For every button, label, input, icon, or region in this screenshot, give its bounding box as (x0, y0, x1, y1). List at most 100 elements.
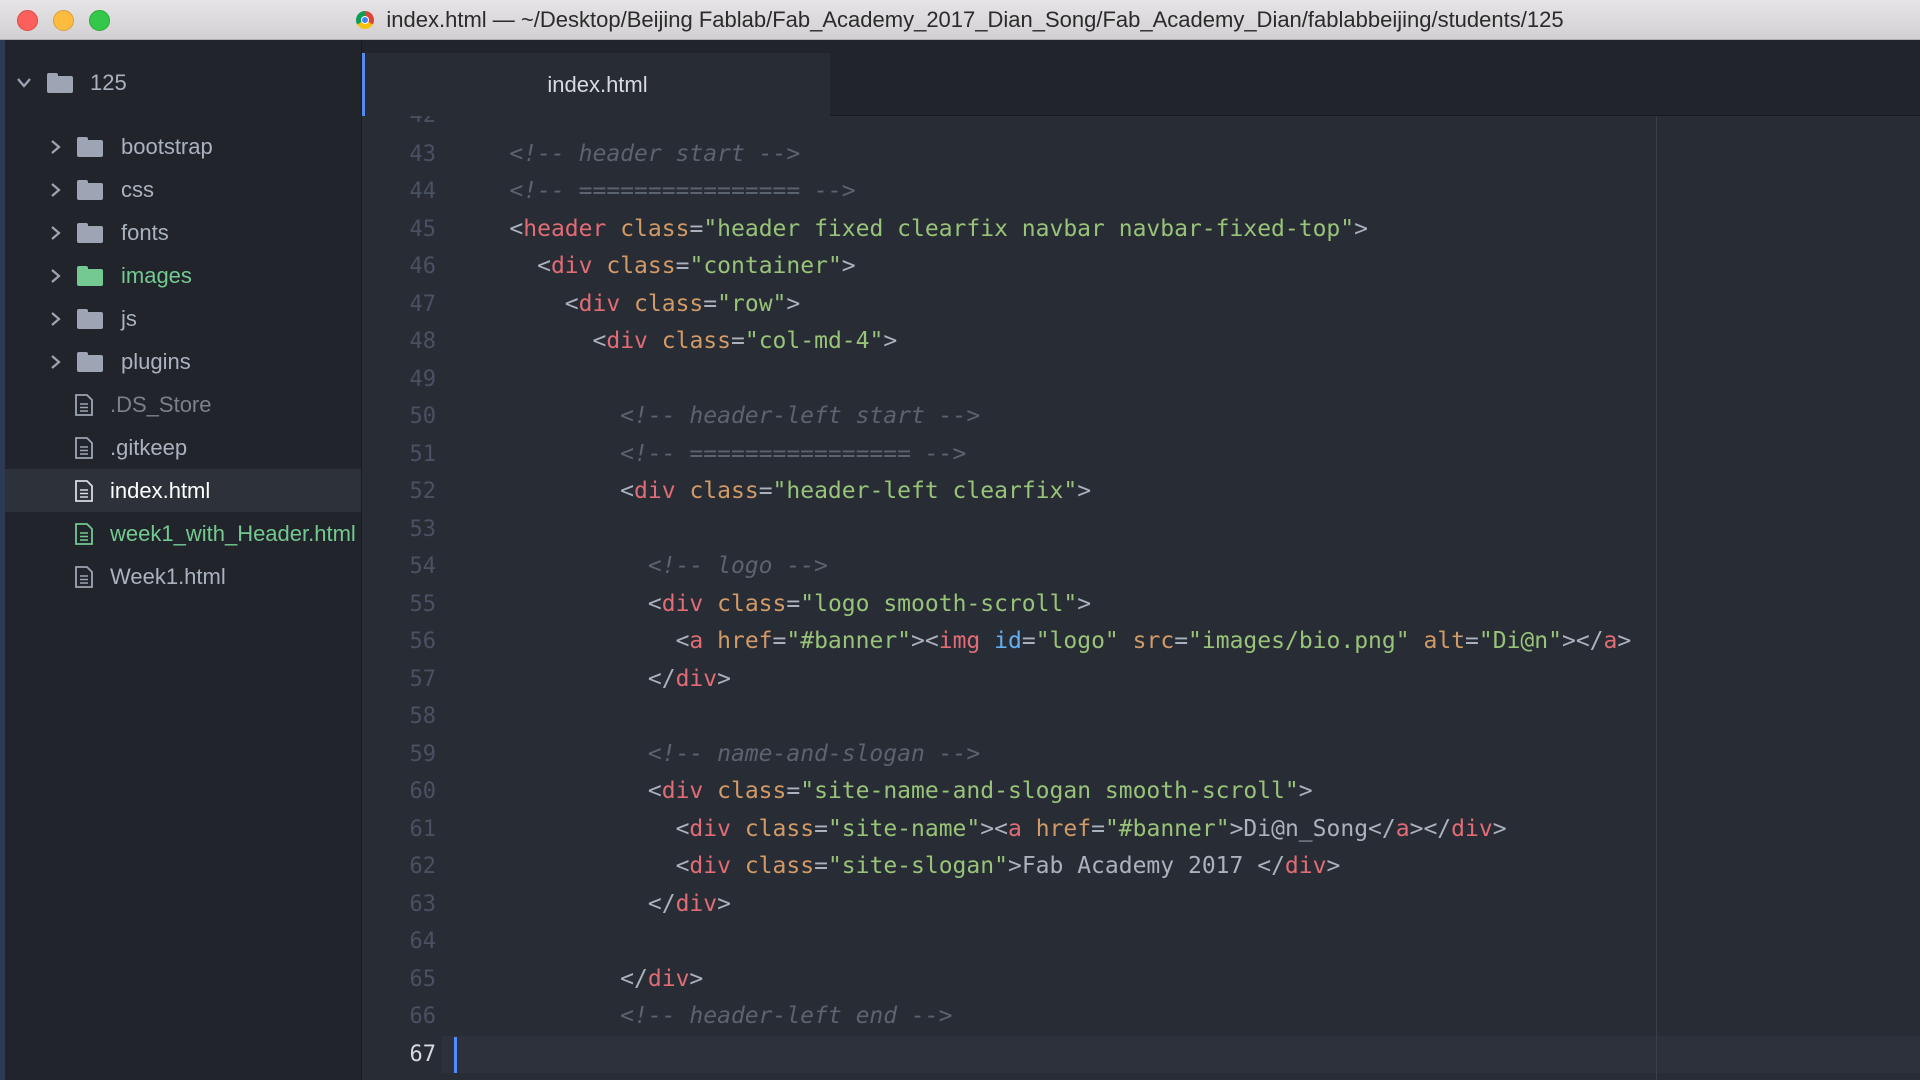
code-line[interactable]: <div class="row"> (454, 286, 800, 324)
code-token-punctuation: = (758, 478, 773, 504)
code-token-punctuation: < (675, 853, 690, 879)
code-token-punctuation: > (1229, 815, 1244, 842)
line-number: 42 (362, 116, 437, 135)
line-number: 57 (409, 666, 437, 692)
chevron-right-icon[interactable] (49, 182, 63, 197)
code-line[interactable]: <!-- ================ --> (454, 173, 855, 211)
code-token-punctuation: >< (911, 628, 939, 654)
code-line[interactable]: <header class="header fixed clearfix nav… (454, 211, 1368, 249)
code-line[interactable]: <div class="logo smooth-scroll"> (454, 586, 1091, 624)
tree-file-label: week1_with_Header.html (110, 520, 356, 546)
tree-folder-bootstrap[interactable]: bootstrap (5, 125, 361, 168)
tree-folder-js[interactable]: js (5, 297, 361, 340)
code-token-punctuation (620, 291, 634, 317)
tree-file-week1-with-header-html[interactable]: week1_with_Header.html (5, 512, 361, 555)
code-token-punctuation: = (786, 590, 801, 617)
chevron-right-icon[interactable] (49, 139, 63, 154)
tab-index-html[interactable]: index.html (362, 53, 830, 116)
line-number: 50 (409, 404, 437, 429)
code-token-tag-name: div (661, 778, 704, 804)
code-token-punctuation (648, 328, 662, 354)
code-line[interactable]: <div class="site-slogan">Fab Academy 201… (454, 848, 1341, 886)
tree-folder-fonts[interactable]: fonts (5, 211, 361, 254)
chevron-right-icon[interactable] (49, 225, 63, 240)
folder-icon (77, 308, 103, 329)
code-token-tag-name: div (606, 328, 648, 354)
tree-folder-label: fonts (121, 219, 169, 245)
code-line[interactable]: <div class="col-md-4"> (454, 323, 897, 361)
line-number: 44 (409, 179, 437, 204)
chevron-down-icon[interactable] (17, 76, 31, 90)
folder-icon (77, 136, 103, 157)
code-token-punctuation (606, 216, 620, 242)
line-number: 46 (409, 254, 437, 279)
line-number: 66 (409, 1004, 437, 1029)
code-token-tag-name: div (689, 815, 731, 842)
code-token-punctuation: < (564, 290, 579, 317)
code-line[interactable]: </div> (454, 661, 731, 699)
code-line[interactable]: <a href="#banner"><img id="logo" src="im… (454, 623, 1632, 661)
code-token-punctuation (703, 778, 717, 804)
line-number: 43 (409, 141, 437, 167)
code-token-punctuation: </ (620, 965, 648, 992)
code-line[interactable]: <div class="site-name"><a href="#banner"… (454, 811, 1507, 849)
chevron-right-icon[interactable] (49, 268, 63, 283)
code-token-attribute-name: href (717, 628, 773, 654)
code-token-punctuation: > (717, 890, 731, 917)
tree-file-label: index.html (110, 477, 211, 503)
chevron-right-icon[interactable] (49, 354, 63, 369)
code-line[interactable]: <!-- logo --> (454, 548, 828, 586)
tree-file-week1-html[interactable]: Week1.html (5, 555, 361, 598)
tree-file-ds-store[interactable]: .DS_Store (5, 383, 361, 426)
code-line[interactable]: <!-- header-left end --> (454, 998, 952, 1036)
code-token-string-value: "images/bio.png" (1188, 628, 1410, 654)
code-line[interactable]: <!-- header start --> (454, 136, 800, 174)
code-token-tag-name: div (661, 590, 704, 617)
code-token-punctuation (731, 816, 745, 842)
code-token-punctuation: > (1298, 778, 1313, 804)
cursor-line-highlight (442, 1035, 1920, 1073)
code-token-string-value: "header fixed clearfix navbar navbar-fix… (703, 215, 1355, 242)
code-token-text-content: Fab Academy 2017 (1021, 853, 1258, 879)
tree-folder-images[interactable]: images (5, 254, 361, 297)
code-token-comment: <!-- logo --> (647, 553, 828, 579)
line-number: 51 (409, 441, 437, 467)
code-editor[interactable]: 42 43 44 45 46 47 48 49 50 51 52 53 54 55 56 57 58 59 60 61… (362, 116, 1920, 1080)
tab-bar: index.html (362, 40, 1920, 116)
code-token-punctuation: = (689, 215, 704, 242)
tree-root-folder[interactable]: 125 (5, 61, 361, 104)
code-token-punctuation: ></ (1561, 628, 1604, 654)
folder-icon (47, 72, 73, 93)
code-line[interactable]: <!-- ================ --> (454, 436, 966, 474)
tree-file-label: .gitkeep (110, 434, 188, 460)
code-line[interactable]: <div class="site-name-and-slogan smooth-… (454, 773, 1313, 811)
code-token-comment: <!-- header-left start --> (620, 403, 981, 429)
tree-file-gitkeep[interactable]: .gitkeep (5, 426, 361, 469)
code-token-tag-name: div (675, 890, 718, 917)
file-text-icon (74, 479, 94, 502)
line-number: 45 (409, 216, 437, 242)
text-cursor (454, 1036, 457, 1073)
code-token-punctuation: > (1007, 853, 1022, 879)
code-token-punctuation: >< (980, 815, 1008, 842)
chevron-right-icon[interactable] (49, 311, 63, 326)
code-token-tag-name: a (1603, 628, 1618, 654)
code-token-punctuation: > (1492, 815, 1507, 842)
code-line[interactable]: <!-- name-and-slogan --> (454, 736, 980, 774)
code-token-punctuation: > (1326, 853, 1341, 879)
code-token-string-value: "site-name" (827, 815, 981, 842)
code-line[interactable]: <div class="header-left clearfix"> (454, 473, 1091, 511)
code-token-tag-name: a (1395, 815, 1410, 842)
code-line[interactable]: <!-- header-left start --> (454, 398, 980, 436)
tree-folder-plugins[interactable]: plugins (5, 340, 361, 383)
tree-file-index-html[interactable]: index.html (5, 469, 361, 512)
code-line[interactable]: </div> (454, 961, 703, 999)
code-line[interactable]: <div class="container"> (454, 248, 856, 286)
code-token-punctuation: < (537, 253, 551, 279)
tree-folder-css[interactable]: css (5, 168, 361, 211)
code-token-tag-name: div (634, 478, 676, 504)
code-line[interactable]: </div> (454, 886, 731, 924)
code-token-text-content: Di@n_Song (1243, 815, 1369, 842)
file-text-icon (74, 522, 94, 545)
line-number: 64 (409, 929, 437, 954)
